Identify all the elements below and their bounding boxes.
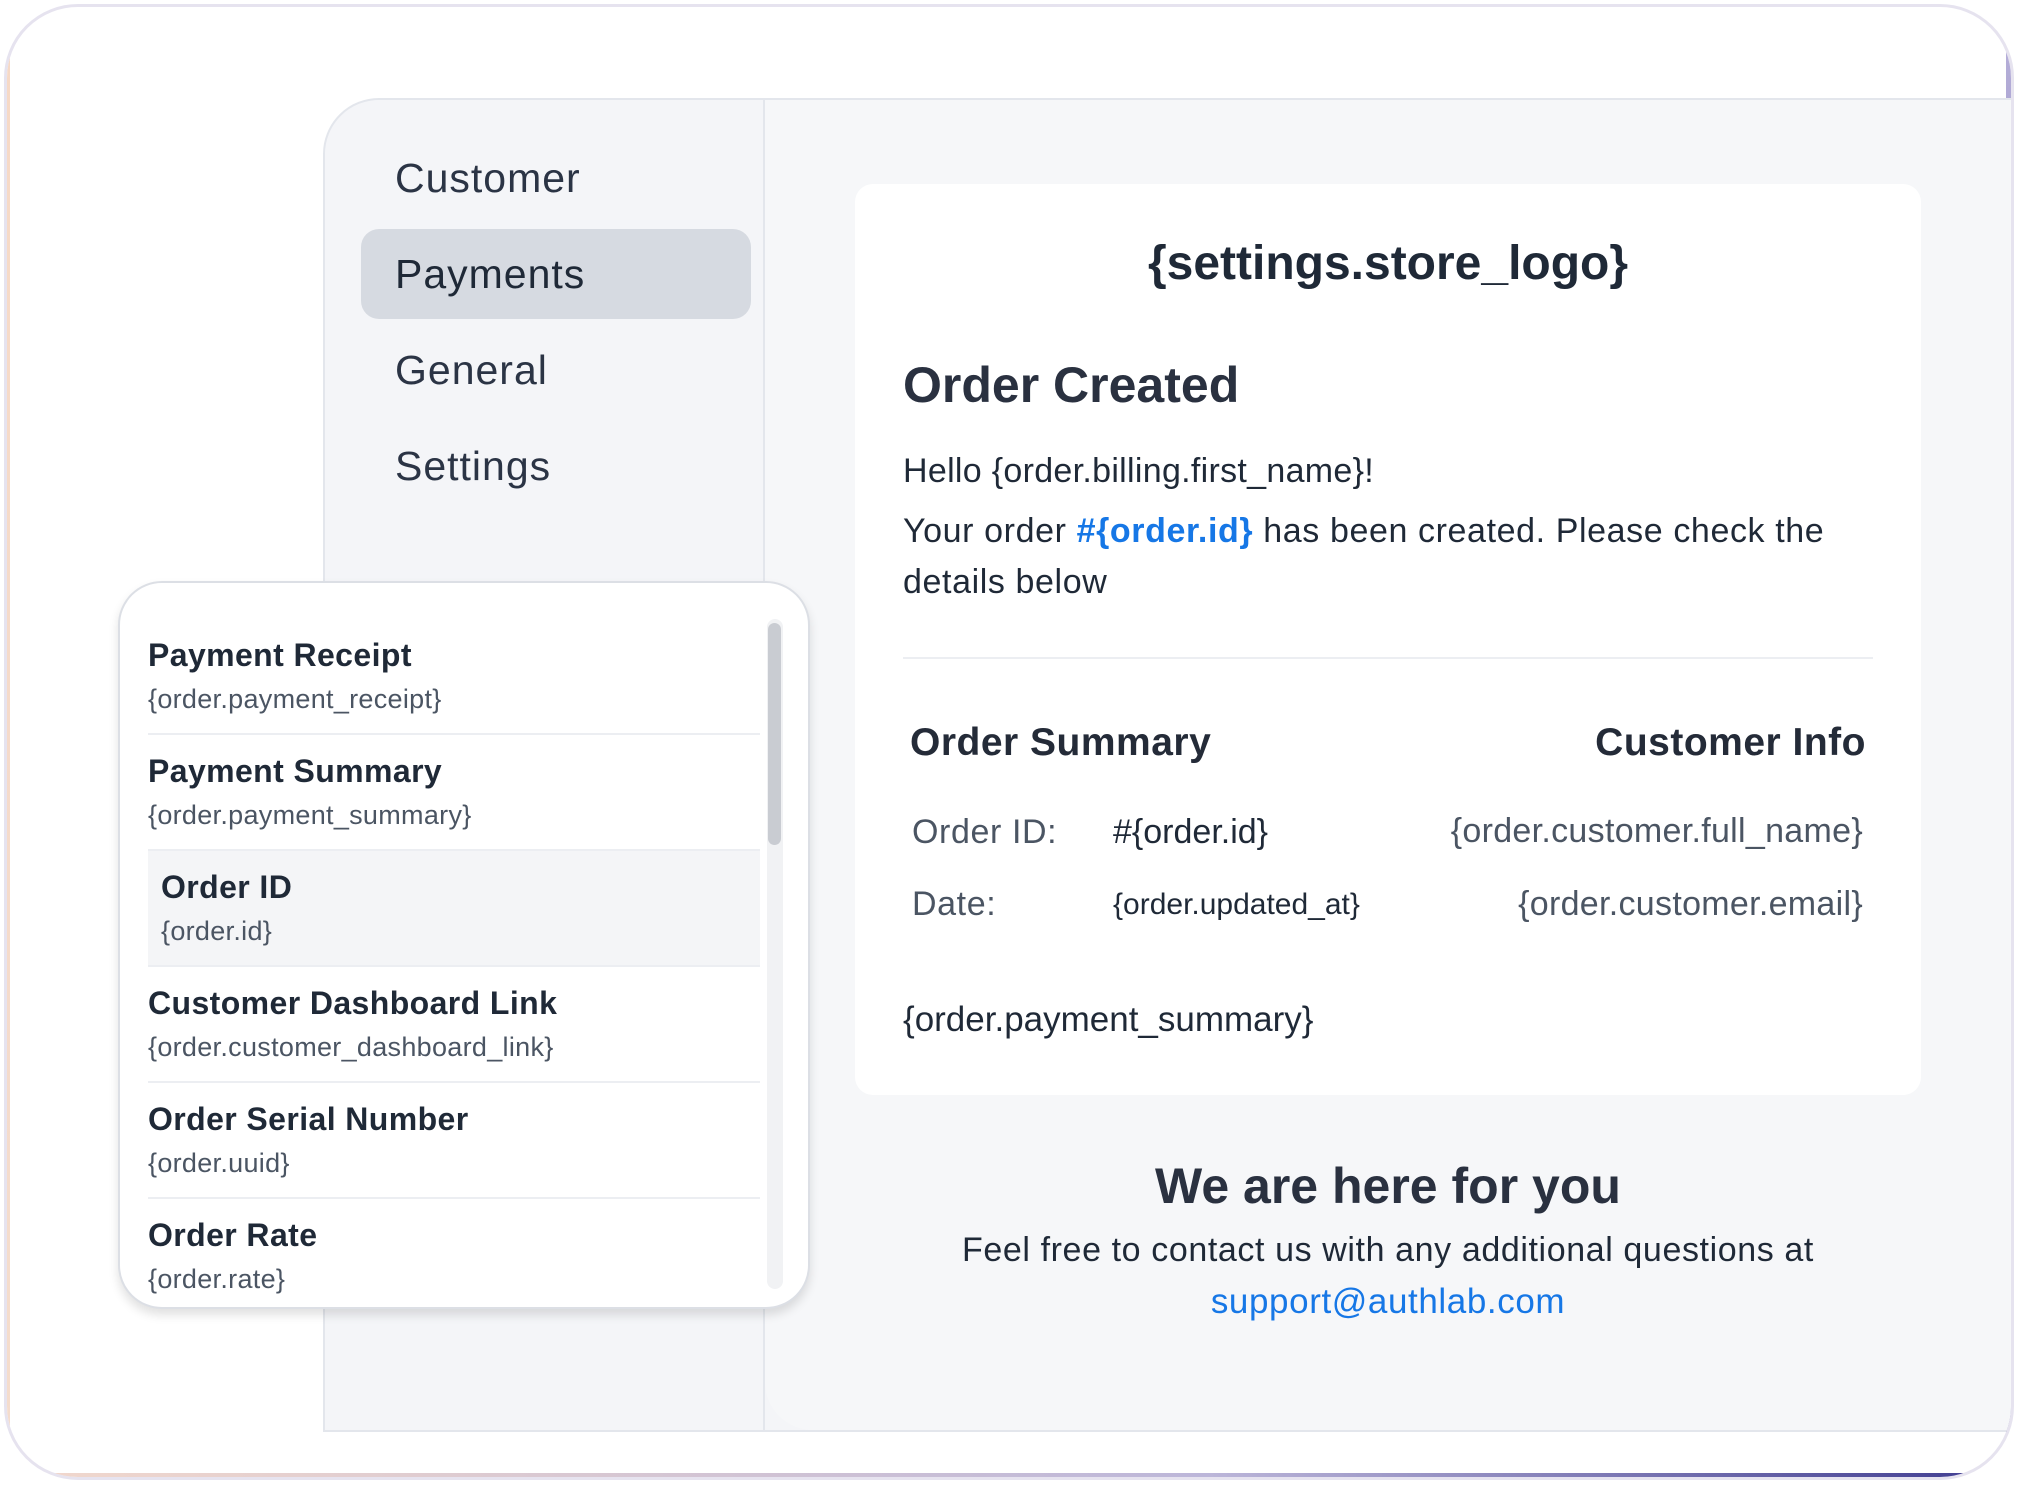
sidebar-item-label: Settings — [395, 443, 552, 489]
list-item-title: Customer Dashboard Link — [148, 985, 558, 1021]
email-title: Order Created — [903, 357, 1240, 413]
order-summary-heading: Order Summary — [910, 721, 1212, 764]
list-item[interactable]: Order Rate {order.rate} — [148, 1199, 760, 1307]
customer-email: {order.customer.email} — [1518, 885, 1863, 923]
payment-summary-placeholder: {order.payment_summary} — [903, 1000, 1314, 1039]
divider — [903, 657, 1873, 659]
list-item-title: Order ID — [161, 869, 293, 905]
list-item-code: {order.id} — [161, 916, 273, 946]
sidebar-item-settings[interactable]: Settings — [361, 421, 751, 511]
list-item-code: {order.payment_receipt} — [148, 684, 442, 714]
list-item[interactable]: Payment Summary {order.payment_summary} — [148, 735, 760, 851]
sidebar-item-payments[interactable]: Payments — [361, 229, 751, 319]
shortcode-list: Payment Receipt {order.payment_receipt} … — [148, 619, 760, 1307]
support-email-link[interactable]: support@authlab.com — [855, 1282, 1921, 1322]
footer-text: Feel free to contact us with any additio… — [962, 1231, 1814, 1269]
customer-info-heading: Customer Info — [1595, 721, 1866, 764]
list-item[interactable]: Order Serial Number {order.uuid} — [148, 1083, 760, 1199]
list-item[interactable]: Order ID {order.id} — [148, 851, 760, 967]
sidebar-item-label: Payments — [395, 251, 586, 297]
list-item-title: Order Rate — [148, 1217, 318, 1253]
shortcode-dropdown: Payment Receipt {order.payment_receipt} … — [118, 581, 810, 1309]
sidebar-item-customer[interactable]: Customer — [361, 133, 751, 223]
list-item[interactable]: Payment Receipt {order.payment_receipt} — [148, 619, 760, 735]
frame-border-left — [7, 7, 10, 1477]
email-message: Your order #{order.id} has been created.… — [903, 506, 1853, 608]
scrollbar-thumb[interactable] — [768, 623, 781, 845]
list-item-title: Payment Summary — [148, 753, 443, 789]
list-item-code: {order.rate} — [148, 1264, 286, 1294]
list-item-code: {order.uuid} — [148, 1148, 290, 1178]
list-item-title: Payment Receipt — [148, 637, 412, 673]
sidebar-item-label: General — [395, 347, 548, 393]
order-id-label: Order ID: — [912, 813, 1058, 851]
sidebar-item-label: Customer — [395, 155, 581, 201]
footer-title: We are here for you — [1155, 1158, 1621, 1214]
list-item-title: Order Serial Number — [148, 1101, 469, 1137]
date-value: {order.updated_at} — [1113, 888, 1360, 921]
store-logo-placeholder: {settings.store_logo} — [1147, 237, 1629, 290]
order-id-value: #{order.id} — [1113, 813, 1269, 851]
email-greeting: Hello {order.billing.first_name}! — [903, 452, 1375, 490]
list-item[interactable]: Customer Dashboard Link {order.customer_… — [148, 967, 760, 1083]
frame-border-bottom — [7, 1473, 2011, 1477]
date-label: Date: — [912, 885, 997, 923]
message-text-start: Your order — [903, 512, 1077, 550]
order-id-link[interactable]: #{order.id} — [1077, 512, 1254, 550]
list-item-code: {order.payment_summary} — [148, 800, 472, 830]
customer-full-name: {order.customer.full_name} — [1450, 812, 1863, 850]
sidebar-item-general[interactable]: General — [361, 325, 751, 415]
list-item-code: {order.customer_dashboard_link} — [148, 1032, 554, 1062]
email-preview-card: {settings.store_logo} Order Created Hell… — [855, 184, 1921, 1095]
app-frame: Customer Payments General Settings {sett… — [4, 4, 2014, 1480]
